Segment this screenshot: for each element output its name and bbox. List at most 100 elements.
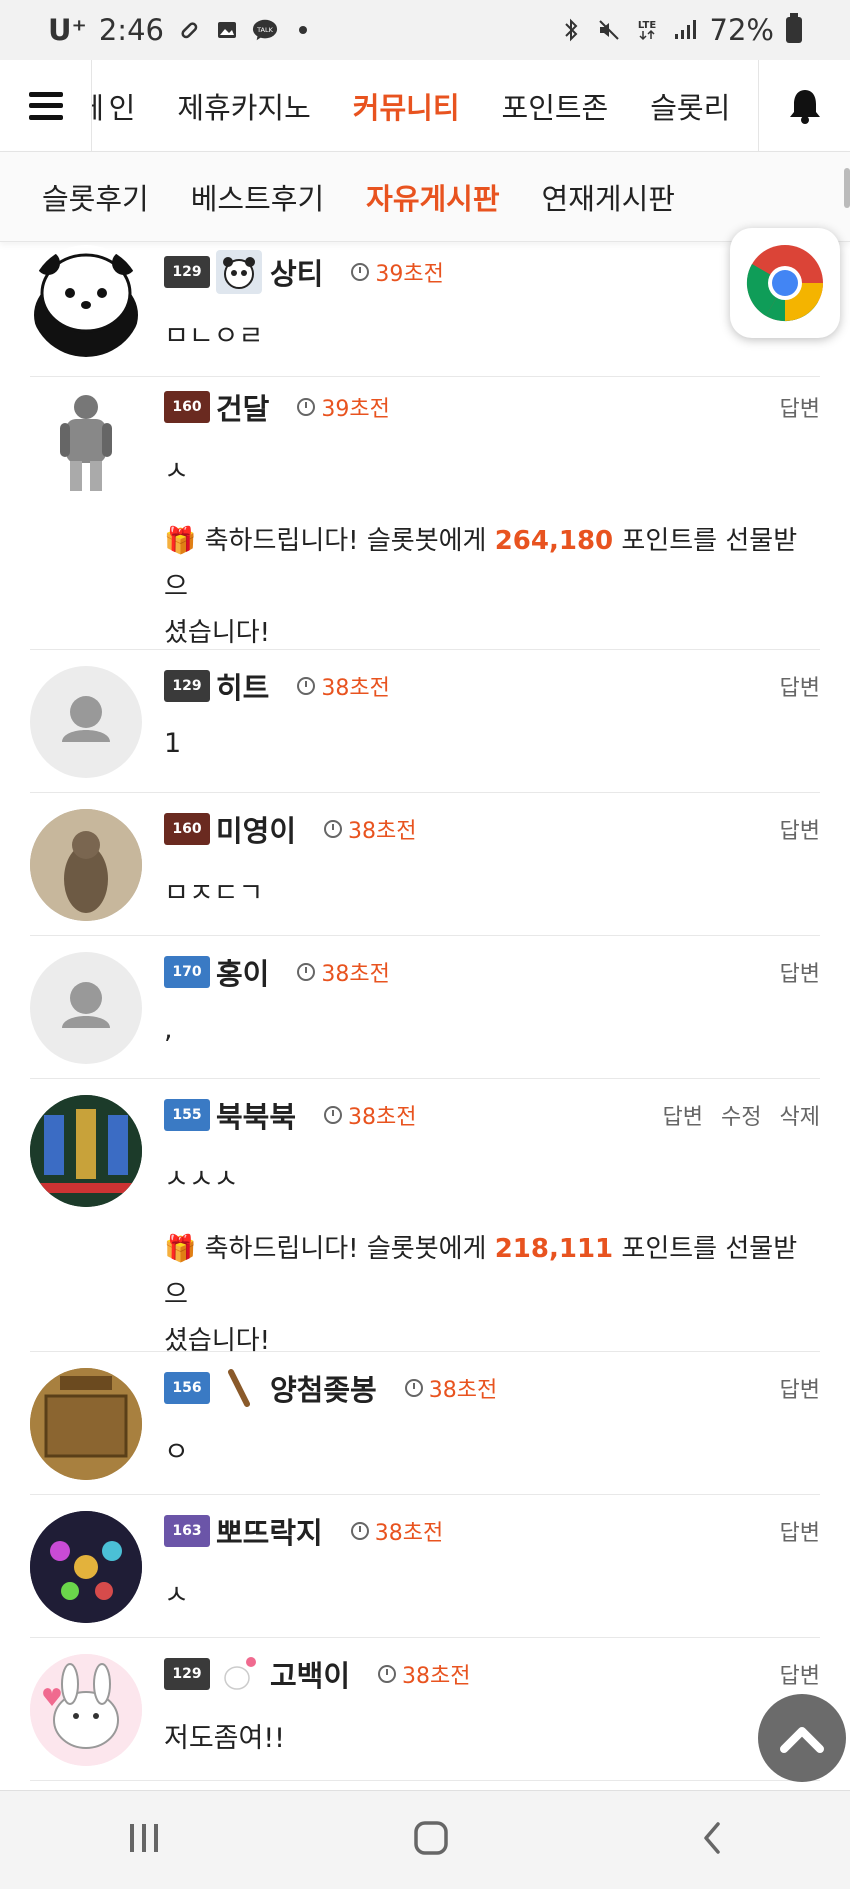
nickname[interactable]: 히트 bbox=[216, 665, 269, 707]
timestamp: 38초전 bbox=[404, 1372, 497, 1404]
clock-icon bbox=[351, 263, 370, 281]
avatar[interactable] bbox=[30, 1511, 142, 1623]
time-text: 38초전 bbox=[348, 819, 417, 844]
comment-item: 129 상티 39초전 ㅁㄴㅇㄹ bbox=[30, 242, 820, 377]
subnav-free-board[interactable]: 자유게시판 bbox=[366, 176, 499, 218]
time-text: 38초전 bbox=[321, 962, 390, 987]
comment-item: 156 양첨좆봉 38초전 답변 ㅇ bbox=[30, 1352, 820, 1495]
avatar[interactable] bbox=[30, 245, 142, 357]
avatar[interactable] bbox=[30, 1654, 142, 1766]
subnav-slot-review[interactable]: 슬롯후기 bbox=[42, 176, 149, 218]
comment-text: ㅁㄴㅇㄹ bbox=[164, 321, 264, 352]
battery-icon bbox=[786, 13, 802, 43]
lte-icon: LTE bbox=[634, 19, 660, 41]
time-text: 38초전 bbox=[321, 676, 390, 701]
comment-actions: 답변 bbox=[780, 1515, 820, 1547]
mini-avatar bbox=[216, 1366, 262, 1410]
nickname[interactable]: 뽀뜨락지 bbox=[216, 1510, 323, 1552]
timestamp: 38초전 bbox=[297, 956, 390, 988]
home-icon[interactable] bbox=[413, 1820, 449, 1860]
back-icon[interactable] bbox=[700, 1820, 724, 1860]
comment-actions: 답변 bbox=[780, 670, 820, 702]
comment-text: ㅅ bbox=[164, 456, 189, 487]
nickname[interactable]: 미영이 bbox=[216, 808, 296, 850]
avatar[interactable] bbox=[30, 666, 142, 778]
clock-icon bbox=[297, 677, 316, 695]
bluetooth-icon bbox=[558, 18, 584, 42]
reply-button[interactable]: 답변 bbox=[780, 1372, 820, 1404]
reply-button[interactable]: 답변 bbox=[780, 956, 820, 988]
nickname[interactable]: 양첨좆봉 bbox=[270, 1367, 377, 1409]
hamburger-icon bbox=[28, 91, 63, 120]
level-badge: 129 bbox=[164, 1658, 210, 1690]
chrome-bubble[interactable] bbox=[730, 228, 840, 338]
gift-icon: 🎁 bbox=[164, 1234, 197, 1264]
recents-icon[interactable] bbox=[126, 1822, 162, 1858]
time-text: 39초전 bbox=[375, 262, 444, 287]
chrome-icon bbox=[746, 245, 823, 322]
comment-item: 160 건달 39초전 답변 ㅅ 🎁 축하드립니다! 슬롯봇에게 264,180… bbox=[30, 377, 820, 650]
reply-button[interactable]: 답변 bbox=[663, 1099, 703, 1131]
main-nav-scroll[interactable]: ㅔ인 제휴카지노 커뮤니티 포인트존 슬롯리 bbox=[92, 60, 758, 152]
nickname[interactable]: 북북북 bbox=[216, 1094, 296, 1136]
subnav-serial-board[interactable]: 연재게시판 bbox=[542, 176, 675, 218]
mini-avatar bbox=[216, 1652, 262, 1696]
comment-text: ㅇ bbox=[164, 1437, 189, 1468]
level-badge: 163 bbox=[164, 1515, 210, 1547]
level-badge: 156 bbox=[164, 1372, 210, 1404]
nav-item-point-zone[interactable]: 포인트존 bbox=[502, 85, 609, 127]
nickname[interactable]: 상티 bbox=[270, 251, 323, 293]
subnav-best-review[interactable]: 베스트후기 bbox=[191, 176, 324, 218]
chevron-up-icon bbox=[780, 1727, 824, 1753]
comment-item: 129 히트 38초전 답변 1 bbox=[30, 650, 820, 793]
nickname[interactable]: 홍이 bbox=[216, 951, 269, 993]
avatar[interactable] bbox=[30, 1095, 142, 1207]
avatar[interactable] bbox=[30, 809, 142, 921]
comment-item: 155 북북북 38초전 답변 수정 삭제 ㅅㅅㅅ 🎁 축하드립니다! 슬롯봇에… bbox=[30, 1079, 820, 1356]
gift-notice: 🎁 축하드립니다! 슬롯봇에게 264,180 포인트를 선물받으 셨습니다! bbox=[164, 518, 820, 656]
menu-button[interactable] bbox=[0, 59, 92, 152]
gift-text-end: 셨습니다! bbox=[164, 618, 271, 648]
talk-icon: TALK bbox=[252, 19, 278, 41]
bell-icon bbox=[789, 89, 820, 124]
sub-nav: 슬롯후기 베스트후기 자유게시판 연재게시판 bbox=[0, 152, 850, 242]
comment-item: 170 홍이 38초전 답변 , bbox=[30, 936, 820, 1079]
reply-button[interactable]: 답변 bbox=[780, 391, 820, 423]
timestamp: 38초전 bbox=[297, 670, 390, 702]
main-nav: ㅔ인 제휴카지노 커뮤니티 포인트존 슬롯리 bbox=[0, 59, 850, 152]
time-text: 38초전 bbox=[374, 1521, 444, 1546]
avatar[interactable] bbox=[30, 952, 142, 1064]
reply-button[interactable]: 답변 bbox=[780, 670, 820, 702]
edit-button[interactable]: 수정 bbox=[721, 1099, 761, 1131]
nav-item-main[interactable]: ㅔ인 bbox=[92, 85, 135, 127]
scroll-top-button[interactable] bbox=[758, 1694, 846, 1782]
notification-button[interactable] bbox=[758, 59, 850, 152]
avatar[interactable] bbox=[30, 1368, 142, 1480]
timestamp: 38초전 bbox=[378, 1658, 471, 1690]
reply-button[interactable]: 답변 bbox=[780, 813, 820, 845]
delete-button[interactable]: 삭제 bbox=[780, 1099, 820, 1131]
clock-icon bbox=[324, 1106, 343, 1124]
comment-item: 129 고백이 38초전 답변 저도좀여!! bbox=[30, 1638, 820, 1781]
scrollbar[interactable] bbox=[844, 168, 850, 208]
nav-item-slot[interactable]: 슬롯리 bbox=[650, 85, 730, 127]
gift-notice: 🎁 축하드립니다! 슬롯봇에게 218,111 포인트를 선물받으 셨습니다! bbox=[164, 1226, 820, 1364]
nav-item-partner-casino[interactable]: 제휴카지노 bbox=[177, 85, 310, 127]
reply-button[interactable]: 답변 bbox=[780, 1515, 820, 1547]
level-badge: 129 bbox=[164, 256, 210, 288]
app-screen: U⁺ 2:46 TALK LTE 72% ㅔ인 제휴카지노 커뮤니티 포인트존 … bbox=[0, 0, 850, 1889]
reply-button[interactable]: 답변 bbox=[780, 1658, 820, 1690]
comment-actions: 답변 bbox=[780, 1372, 820, 1404]
comment-actions: 답변 bbox=[780, 956, 820, 988]
nav-item-community[interactable]: 커뮤니티 bbox=[353, 85, 460, 127]
comment-actions: 답변 bbox=[780, 391, 820, 423]
comment-text: ㅅㅅㅅ bbox=[164, 1164, 239, 1195]
avatar[interactable] bbox=[30, 387, 142, 499]
level-badge: 170 bbox=[164, 956, 210, 988]
level-badge: 160 bbox=[164, 391, 210, 423]
gift-icon: 🎁 bbox=[164, 526, 197, 556]
comment-text: 1 bbox=[164, 728, 182, 759]
nickname[interactable]: 건달 bbox=[216, 386, 269, 428]
nickname[interactable]: 고백이 bbox=[270, 1653, 350, 1695]
pill-icon bbox=[176, 19, 202, 41]
